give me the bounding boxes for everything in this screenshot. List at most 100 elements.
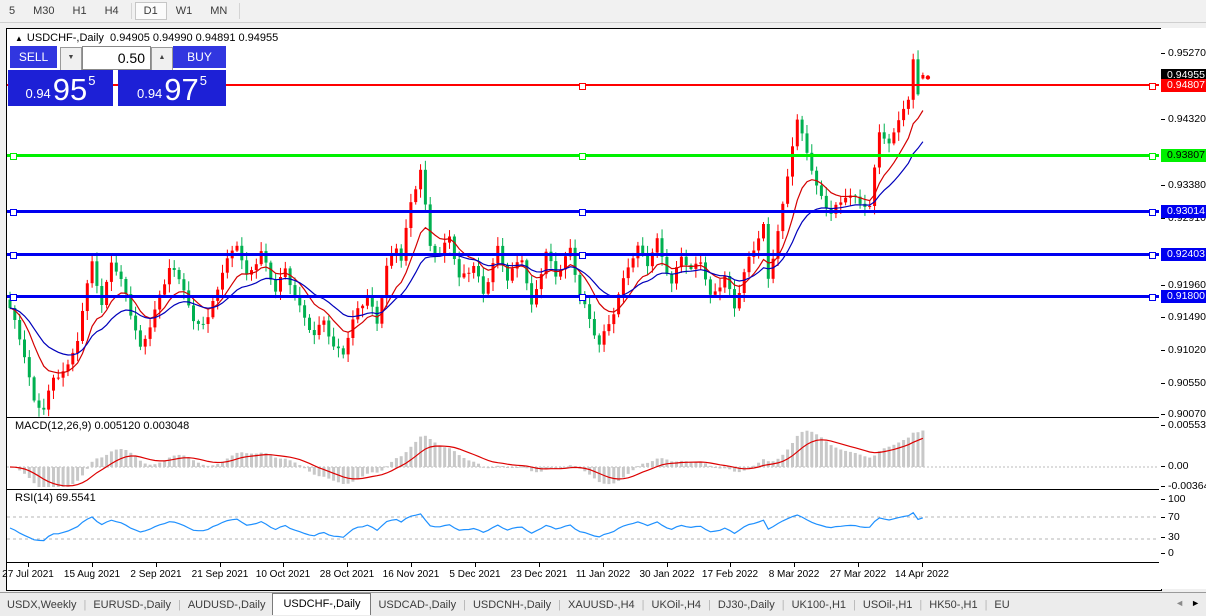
axis-tick	[1161, 185, 1165, 186]
level-line-handle[interactable]	[1149, 153, 1156, 160]
buy-price-pip: 5	[200, 73, 207, 88]
axis-badge-green-level: 0.93807	[1161, 149, 1206, 162]
sell-price-big: 95	[53, 76, 87, 104]
chart-tab-usdcnh-daily[interactable]: USDCNH-,Daily	[466, 596, 558, 614]
chart-title: ▲ USDCHF-,Daily 0.94905 0.94990 0.94891 0…	[15, 32, 278, 44]
timeframe-mn[interactable]: MN	[201, 2, 236, 20]
sell-button[interactable]: SELL	[10, 46, 57, 70]
timeframe-h1[interactable]: H1	[64, 2, 96, 20]
rsi-indicator-chart[interactable]	[7, 490, 1159, 562]
ohlc-values: 0.94905 0.94990 0.94891 0.94955	[110, 32, 278, 44]
timeframe-m30[interactable]: M30	[24, 2, 63, 20]
date-label: 15 Aug 2021	[64, 569, 120, 580]
date-label: 30 Jan 2022	[639, 569, 694, 580]
chart-tab-ukoil-h4[interactable]: UKOil-,H4	[645, 596, 709, 614]
volume-up-button[interactable]: ▲	[151, 47, 173, 71]
chart-tab-usdx-weekly[interactable]: USDX,Weekly	[0, 596, 83, 614]
axis-tick	[1161, 414, 1165, 415]
level-line-handle[interactable]	[579, 83, 586, 90]
timeframe-toolbar: 5M30H1H4 D1W1MN	[0, 0, 1206, 23]
axis-price-label: 0.94320	[1168, 113, 1206, 125]
level-line-handle[interactable]	[1149, 294, 1156, 301]
axis-price-label: 0.91490	[1168, 311, 1206, 323]
date-label: 27 Jul 2021	[2, 569, 54, 580]
timeframe-w1[interactable]: W1	[167, 2, 202, 20]
chart-tab-usdchf-daily[interactable]: USDCHF-,Daily	[272, 593, 371, 615]
rsi-axis-label: 30	[1168, 531, 1180, 543]
date-tick	[539, 563, 540, 567]
axis-tick	[1161, 537, 1165, 538]
level-line-handle[interactable]	[10, 209, 17, 216]
buy-price-box[interactable]: 0.94 97 5	[118, 70, 226, 106]
date-label: 2 Sep 2021	[130, 569, 181, 580]
date-tick	[28, 563, 29, 567]
date-tick	[603, 563, 604, 567]
volume-down-button[interactable]: ▼	[60, 47, 82, 71]
chart-tab-xauusd-h4[interactable]: XAUUSD-,H4	[561, 596, 642, 614]
date-label: 8 Mar 2022	[769, 569, 820, 580]
level-line-handle[interactable]	[1149, 209, 1156, 216]
level-line-handle[interactable]	[10, 252, 17, 259]
axis-tick	[1161, 350, 1165, 351]
date-tick	[730, 563, 731, 567]
date-label: 27 Mar 2022	[830, 569, 886, 580]
level-line-handle[interactable]	[579, 252, 586, 259]
axis-tick	[1161, 499, 1165, 500]
date-axis[interactable]: 27 Jul 202115 Aug 20212 Sep 202121 Sep 2…	[7, 563, 1159, 588]
buy-button[interactable]: BUY	[173, 46, 226, 70]
axis-tick	[1161, 517, 1165, 518]
chart-window[interactable]: ▲ USDCHF-,Daily 0.94905 0.94990 0.94891 0…	[6, 28, 1162, 591]
chart-tab-uk100-h1[interactable]: UK100-,H1	[785, 596, 853, 614]
axis-tick	[1161, 425, 1165, 426]
chart-tab-eu[interactable]: EU	[987, 596, 1016, 614]
chart-tab-eurusd-daily[interactable]: EURUSD-,Daily	[86, 596, 178, 614]
chart-tab-audusd-daily[interactable]: AUDUSD-,Daily	[181, 596, 273, 614]
level-line-handle[interactable]	[579, 294, 586, 301]
axis-badge-red-level: 0.94807	[1161, 79, 1206, 92]
date-tick	[475, 563, 476, 567]
chart-tab-dj30-daily[interactable]: DJ30-,Daily	[711, 596, 782, 614]
rsi-label: RSI(14) 69.5541	[15, 492, 96, 504]
buy-price-big: 97	[164, 76, 198, 104]
macd-axis-label: 0.00	[1168, 460, 1188, 472]
date-tick	[858, 563, 859, 567]
axis-tick	[1161, 53, 1165, 54]
axis-tick	[1161, 285, 1165, 286]
date-label: 17 Feb 2022	[702, 569, 758, 580]
level-line-handle[interactable]	[1149, 252, 1156, 259]
axis-badge-blue-level-1: 0.93014	[1161, 205, 1206, 218]
sell-price-box[interactable]: 0.94 95 5	[8, 70, 113, 106]
date-label: 11 Jan 2022	[576, 569, 630, 580]
level-line-handle[interactable]	[1149, 83, 1156, 90]
date-tick	[283, 563, 284, 567]
timeframe-5[interactable]: 5	[0, 2, 24, 20]
axis-badge-blue-level-3: 0.91800	[1161, 290, 1206, 303]
symbol-period-label: USDCHF-,Daily	[27, 32, 104, 44]
date-tick	[347, 563, 348, 567]
collapse-panel-icon[interactable]: ▲	[15, 34, 23, 43]
date-tick	[411, 563, 412, 567]
level-line-handle[interactable]	[10, 294, 17, 301]
date-tick	[156, 563, 157, 567]
tab-scroll-left-icon[interactable]: ◄	[1175, 598, 1184, 608]
price-axis[interactable]: 0.952700.943200.933800.929100.919600.914…	[1161, 28, 1206, 589]
date-tick	[220, 563, 221, 567]
axis-tick	[1161, 553, 1165, 554]
level-line-handle[interactable]	[579, 209, 586, 216]
axis-price-label: 0.93380	[1168, 179, 1206, 191]
date-label: 16 Nov 2021	[383, 569, 440, 580]
level-line-handle[interactable]	[579, 153, 586, 160]
tab-scroll-right-icon[interactable]: ►	[1191, 598, 1200, 608]
chart-tab-hk50-h1[interactable]: HK50-,H1	[922, 596, 984, 614]
chart-tab-bar: USDX,Weekly|EURUSD-,Daily|AUDUSD-,DailyU…	[0, 592, 1206, 616]
timeframe-d1[interactable]: D1	[135, 2, 167, 20]
date-label: 5 Dec 2021	[449, 569, 500, 580]
date-tick	[667, 563, 668, 567]
chart-tab-usdcad-daily[interactable]: USDCAD-,Daily	[371, 596, 463, 614]
date-label: 23 Dec 2021	[511, 569, 568, 580]
timeframe-h4[interactable]: H4	[96, 2, 128, 20]
axis-tick	[1161, 218, 1165, 219]
volume-input[interactable]	[82, 46, 151, 70]
chart-tab-usoil-h1[interactable]: USOil-,H1	[856, 596, 920, 614]
level-line-handle[interactable]	[10, 153, 17, 160]
